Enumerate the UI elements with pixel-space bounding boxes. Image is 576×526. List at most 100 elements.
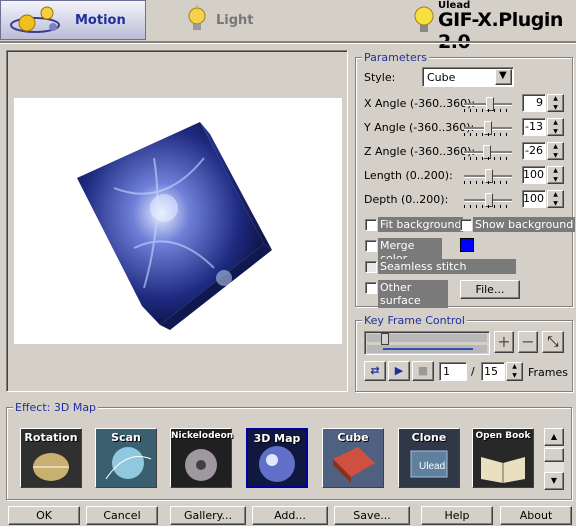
effect-label: Open Book	[475, 431, 531, 441]
frames-label: Frames	[528, 366, 569, 379]
effect-label: Nickelodeon	[171, 431, 234, 441]
cube-preview	[77, 122, 272, 330]
top-bar: Motion Light Ulead GIF-X.Plugin 2.0	[0, 0, 576, 53]
z-angle-slider[interactable]	[464, 145, 512, 159]
dropdown-button[interactable]: ▼	[495, 69, 512, 85]
spin-down-icon[interactable]: ▼	[548, 200, 563, 209]
save-button[interactable]: Save...	[334, 506, 410, 525]
x-angle-label: X Angle (-360..360):	[364, 97, 476, 110]
slider-ticks	[464, 181, 512, 184]
cancel-button[interactable]: Cancel	[86, 506, 158, 525]
effect-item-scan[interactable]: Scan	[95, 428, 157, 488]
effect-item-rotation[interactable]: Rotation	[20, 428, 82, 488]
length-spinner[interactable]: ▲ ▼	[547, 166, 564, 184]
scroll-thumb[interactable]	[544, 448, 564, 462]
merge-color-swatch[interactable]	[460, 238, 474, 252]
z-angle-spinner[interactable]: ▲ ▼	[547, 142, 564, 160]
z-angle-input[interactable]: -26	[522, 142, 546, 160]
keyframe-title: Key Frame Control	[362, 314, 467, 327]
frames-spinner[interactable]: ▲ ▼	[506, 362, 523, 381]
seamless-stitch-label: Seamless stitch	[378, 259, 516, 274]
fit-background-checkbox[interactable]	[365, 219, 377, 231]
keyframe-track-bottom	[367, 345, 487, 353]
motion-icon	[10, 6, 60, 33]
spin-up-icon[interactable]: ▲	[548, 167, 563, 176]
fit-background-label: Fit background	[378, 217, 464, 232]
reverse-keyframe-button[interactable]: ⤡	[542, 331, 564, 353]
param-row-depth: Depth (0..200): 100 ▲ ▼	[364, 190, 570, 210]
other-surface-label: Other surface	[378, 280, 448, 308]
divider	[0, 41, 576, 44]
parameters-title: Parameters	[362, 51, 429, 64]
other-surface-checkbox[interactable]	[365, 282, 377, 294]
x-angle-slider[interactable]	[464, 97, 512, 111]
param-row-z-angle: Z Angle (-360..360): -26 ▲ ▼	[364, 142, 570, 162]
keyframe-marker[interactable]	[381, 333, 389, 345]
plus-icon: +	[497, 332, 511, 351]
z-angle-label: Z Angle (-360..360):	[364, 145, 476, 158]
slider-ticks	[464, 109, 512, 112]
current-frame-input[interactable]: 1	[439, 362, 467, 381]
spin-up-icon[interactable]: ▲	[548, 95, 563, 104]
effect-item-open-book[interactable]: Open Book	[472, 428, 534, 488]
effect-item-cube[interactable]: Cube	[322, 428, 384, 488]
seamless-stitch-checkbox[interactable]	[365, 261, 377, 273]
slider-ticks	[464, 157, 512, 160]
keyframe-timeline[interactable]	[364, 331, 490, 355]
x-angle-input[interactable]: 9	[522, 94, 546, 112]
stop-button[interactable]: ■	[412, 361, 434, 381]
total-frames-input[interactable]: 15	[481, 362, 505, 381]
effect-scrollbar[interactable]: ▲ ▼	[544, 428, 564, 490]
spin-up-icon[interactable]: ▲	[548, 119, 563, 128]
effect-item-3d-map[interactable]: 3D Map	[246, 428, 308, 488]
gallery-button[interactable]: Gallery...	[170, 506, 246, 525]
play-button[interactable]: ▶	[388, 361, 410, 381]
scroll-down-icon[interactable]: ▼	[544, 472, 564, 490]
y-angle-label: Y Angle (-360..360):	[364, 121, 475, 134]
param-row-length: Length (0..200): 100 ▲ ▼	[364, 166, 570, 186]
depth-input[interactable]: 100	[522, 190, 546, 208]
style-dropdown[interactable]: Cube ▼	[422, 67, 514, 87]
keyframe-range	[383, 348, 473, 350]
slider-ticks	[464, 133, 512, 136]
spin-down-icon[interactable]: ▼	[548, 152, 563, 161]
tab-motion[interactable]: Motion	[0, 0, 146, 40]
spin-up-icon[interactable]: ▲	[507, 363, 522, 372]
length-input[interactable]: 100	[522, 166, 546, 184]
effect-item-nickelodeon[interactable]: Nickelodeon	[170, 428, 234, 488]
spin-down-icon[interactable]: ▼	[548, 128, 563, 137]
lightbulb-icon	[414, 6, 434, 32]
show-background-checkbox[interactable]	[460, 219, 472, 231]
effect-item-clone[interactable]: Ulead Clone	[398, 428, 460, 488]
spin-up-icon[interactable]: ▲	[548, 143, 563, 152]
x-angle-spinner[interactable]: ▲ ▼	[547, 94, 564, 112]
effect-label: Scan	[111, 431, 141, 444]
spin-down-icon[interactable]: ▼	[507, 372, 522, 381]
merge-color-checkbox[interactable]	[365, 240, 377, 252]
depth-spinner[interactable]: ▲ ▼	[547, 190, 564, 208]
add-keyframe-button[interactable]: +	[494, 331, 514, 353]
depth-slider[interactable]	[464, 193, 512, 207]
spin-up-icon[interactable]: ▲	[548, 191, 563, 200]
clone-logo-text: Ulead	[419, 461, 445, 472]
style-label: Style:	[364, 71, 396, 84]
tab-light[interactable]: Light	[180, 0, 280, 40]
y-angle-input[interactable]: -13	[522, 118, 546, 136]
about-button[interactable]: About	[500, 506, 572, 525]
add-button[interactable]: Add...	[252, 506, 328, 525]
ok-button[interactable]: OK	[8, 506, 80, 525]
effect-label: 3D Map	[253, 432, 301, 445]
y-angle-slider[interactable]	[464, 121, 512, 135]
length-slider[interactable]	[464, 169, 512, 183]
depth-label: Depth (0..200):	[364, 193, 449, 206]
remove-keyframe-button[interactable]: −	[518, 331, 538, 353]
y-angle-spinner[interactable]: ▲ ▼	[547, 118, 564, 136]
file-button[interactable]: File...	[460, 280, 520, 299]
help-button[interactable]: Help	[421, 506, 493, 525]
spin-down-icon[interactable]: ▼	[548, 176, 563, 185]
effect-label: Clone	[411, 431, 447, 444]
loop-button[interactable]: ⇄	[364, 361, 386, 381]
loop-icon: ⇄	[370, 364, 380, 377]
scroll-up-icon[interactable]: ▲	[544, 428, 564, 446]
spin-down-icon[interactable]: ▼	[548, 104, 563, 113]
